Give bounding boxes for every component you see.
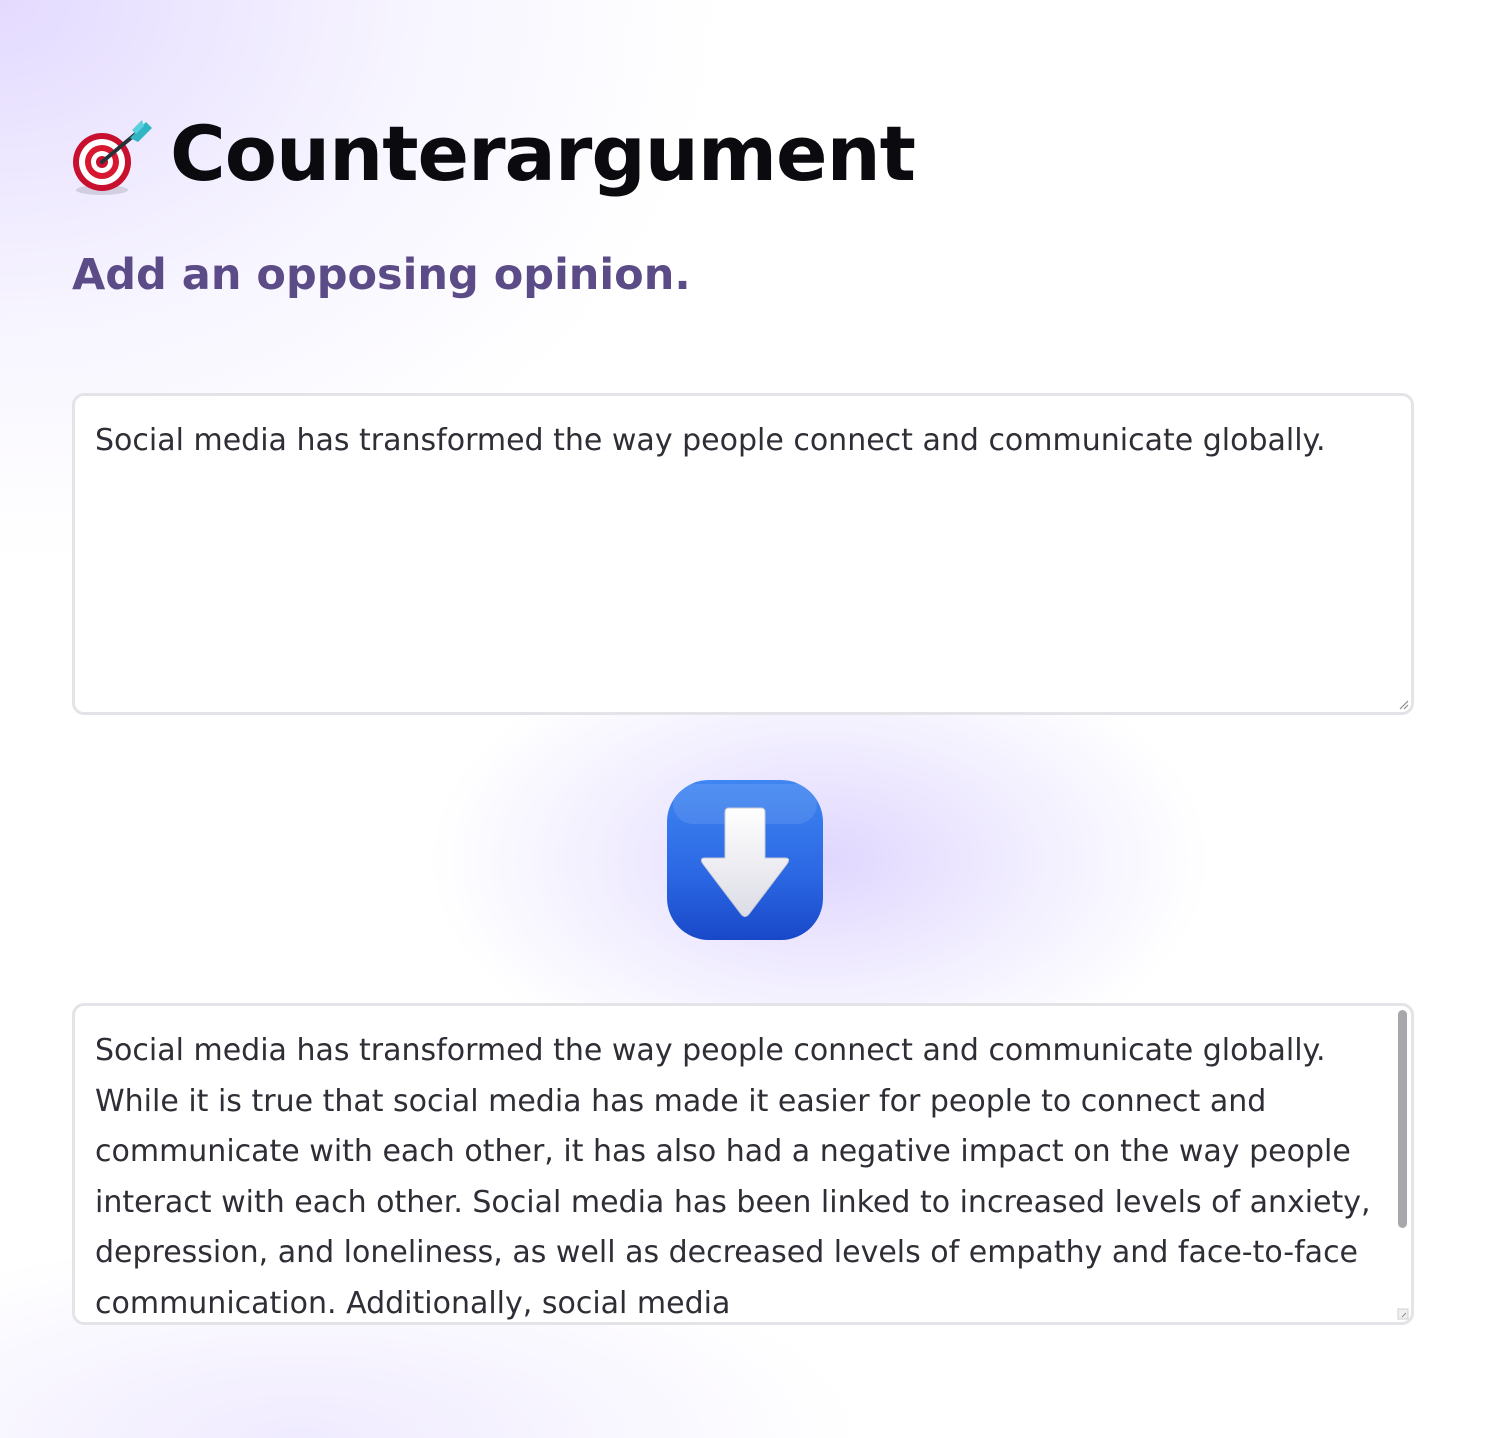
page-title: Counterargument [170, 109, 916, 198]
statement-input-text[interactable]: Social media has transformed the way peo… [75, 396, 1411, 467]
down-arrow-icon[interactable] [665, 778, 825, 942]
page-subtitle: Add an opposing opinion. [72, 250, 691, 300]
resize-handle-icon[interactable] [1397, 1308, 1409, 1320]
counterargument-output-textarea[interactable]: Social media has transformed the way peo… [72, 1003, 1414, 1325]
statement-input-textarea[interactable]: Social media has transformed the way peo… [72, 393, 1414, 715]
output-scrollbar[interactable] [1398, 1010, 1407, 1228]
resize-handle-icon[interactable] [1397, 698, 1409, 710]
page-header: Counterargument [72, 109, 916, 198]
direct-hit-target-icon [73, 120, 152, 195]
counterargument-output-text[interactable]: Social media has transformed the way peo… [75, 1006, 1411, 1322]
